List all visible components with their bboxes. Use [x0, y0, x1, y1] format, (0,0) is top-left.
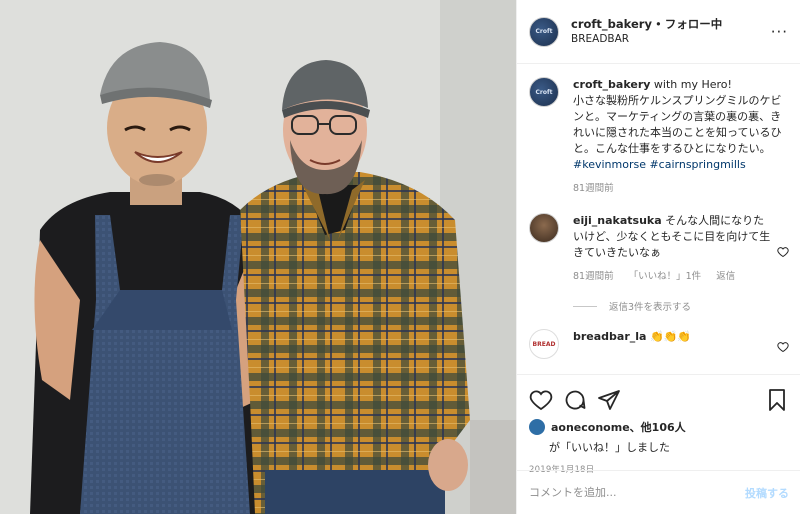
comment-username[interactable]: eiji_nakatsuka [573, 214, 662, 227]
comment-heart-icon[interactable] [777, 219, 789, 285]
likes-summary: aoneconome、他106人 [529, 419, 789, 435]
avatar[interactable]: Croft [529, 16, 559, 47]
header-username[interactable]: croft_bakery [571, 17, 652, 31]
action-bar: aoneconome、他106人 が「いいね！」しました 2019年1月18日 [517, 374, 800, 475]
view-replies[interactable]: 返信3件を表示する [573, 299, 789, 313]
photo-image [0, 0, 516, 514]
comment-text: 👏👏👏 [649, 330, 692, 343]
comment-username[interactable]: breadbar_la [573, 330, 646, 343]
bookmark-icon[interactable] [765, 388, 789, 412]
reply-button[interactable]: 返信 [716, 271, 735, 282]
comments-list[interactable]: Croft croft_bakery with my Hero! 小さな製粉所ケ… [517, 65, 800, 373]
header-user-info: croft_bakery • フォロー中 BREADBAR [571, 17, 771, 47]
add-comment-bar: 投稿する [517, 470, 800, 514]
caption: Croft croft_bakery with my Hero! 小さな製粉所ケ… [529, 77, 789, 197]
caption-hashtags[interactable]: #kevinmorse #cairnspringmills [573, 158, 746, 171]
follow-button[interactable]: フォロー中 [665, 17, 723, 31]
comment-icon[interactable] [563, 388, 587, 412]
likes-names[interactable]: aoneconome、他106人 [551, 419, 686, 435]
comment-time[interactable]: 81週間前 [573, 271, 614, 282]
caption-username[interactable]: croft_bakery [573, 78, 650, 91]
post-panel: Croft croft_bakery • フォロー中 BREADBAR ··· Cr… [516, 0, 800, 514]
comment: BREAD breadbar_la 👏👏👏 [529, 329, 789, 359]
header-separator: • [654, 16, 662, 31]
comment-input[interactable] [529, 486, 745, 499]
caption-time[interactable]: 81週間前 [573, 183, 614, 194]
avatar[interactable]: Croft [529, 77, 559, 107]
comment: eiji_nakatsuka そんな人間になりたいけど、少なくともそこに目を向け… [529, 213, 789, 285]
comment-likes[interactable]: 「いいね！」1件 [629, 271, 702, 282]
avatar-text: Croft [535, 88, 553, 96]
commenter-avatar[interactable]: BREAD [529, 329, 559, 359]
commenter-avatar-text: BREAD [532, 340, 556, 348]
replies-divider [573, 305, 597, 307]
commenter-avatar[interactable] [529, 213, 559, 243]
post-photo[interactable] [0, 0, 516, 514]
comment-heart-icon[interactable] [777, 335, 789, 359]
likes-suffix: が「いいね！」しました [549, 441, 670, 454]
more-options-icon[interactable]: ··· [771, 23, 788, 41]
share-icon[interactable] [597, 388, 621, 412]
liker-avatar[interactable] [529, 419, 545, 435]
view-replies-label: 返信3件を表示する [609, 302, 692, 313]
post-button[interactable]: 投稿する [745, 485, 789, 501]
heart-icon[interactable] [529, 388, 553, 412]
location-link[interactable]: BREADBAR [571, 32, 771, 46]
avatar-text: Croft [535, 28, 553, 35]
post-header: Croft croft_bakery • フォロー中 BREADBAR ··· [517, 0, 800, 64]
